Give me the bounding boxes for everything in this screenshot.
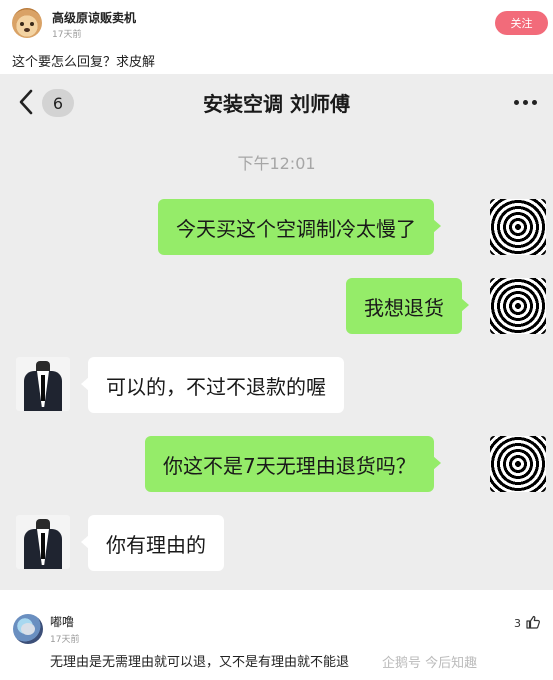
comment-time: 17天前 [50, 635, 80, 645]
contact-avatar[interactable] [16, 515, 70, 569]
message-bubble-out: 我想退货 [346, 278, 469, 334]
message-bubble-in: 可以的，不过不退款的喔 [81, 357, 344, 413]
message-bubble-in: 你有理由的 [81, 515, 224, 571]
more-dots-icon[interactable] [508, 92, 542, 112]
contact-avatar[interactable] [16, 357, 70, 411]
post-header: 高级原谅贩卖机 17天前 关注 [0, 0, 553, 44]
chat-title: 安装空调 刘师傅 [203, 92, 350, 116]
chat-nav-bar: 6 安装空调 刘师傅 [0, 74, 553, 130]
watermark: 企鹅号 今后知趣 [382, 656, 478, 671]
post-text: 这个要怎么回复？求皮解 [12, 55, 156, 70]
author-name[interactable]: 高级原谅贩卖机 [52, 9, 136, 26]
commenter-name[interactable]: 嘟噜 [50, 613, 74, 630]
post-time: 17天前 [52, 30, 82, 40]
message-bubble-out: 今天买这个空调制冷太慢了 [158, 199, 441, 255]
chat-timestamp: 下午12:01 [237, 154, 316, 173]
my-avatar[interactable] [490, 199, 546, 255]
comment-text: 无理由是无需理由就可以退，又不是有理由就不能退 [50, 655, 350, 670]
my-avatar[interactable] [490, 278, 546, 334]
chat-screenshot: 6 安装空调 刘师傅 下午12:01 今天买这个空调制冷太慢了 我想退货 可以的… [0, 74, 553, 590]
commenter-avatar[interactable] [13, 614, 43, 644]
like-count: 3 [514, 617, 521, 630]
my-avatar[interactable] [490, 436, 546, 492]
author-avatar[interactable] [12, 8, 42, 38]
thumbs-up-icon[interactable] [525, 614, 541, 630]
comment: 嘟噜 17天前 3 无理由是无需理由就可以退，又不是有理由就不能退 企鹅号 今后… [0, 600, 553, 680]
message-bubble-out: 你这不是7天无理由退货吗？ [145, 436, 441, 492]
follow-button[interactable]: 关注 [495, 11, 548, 35]
